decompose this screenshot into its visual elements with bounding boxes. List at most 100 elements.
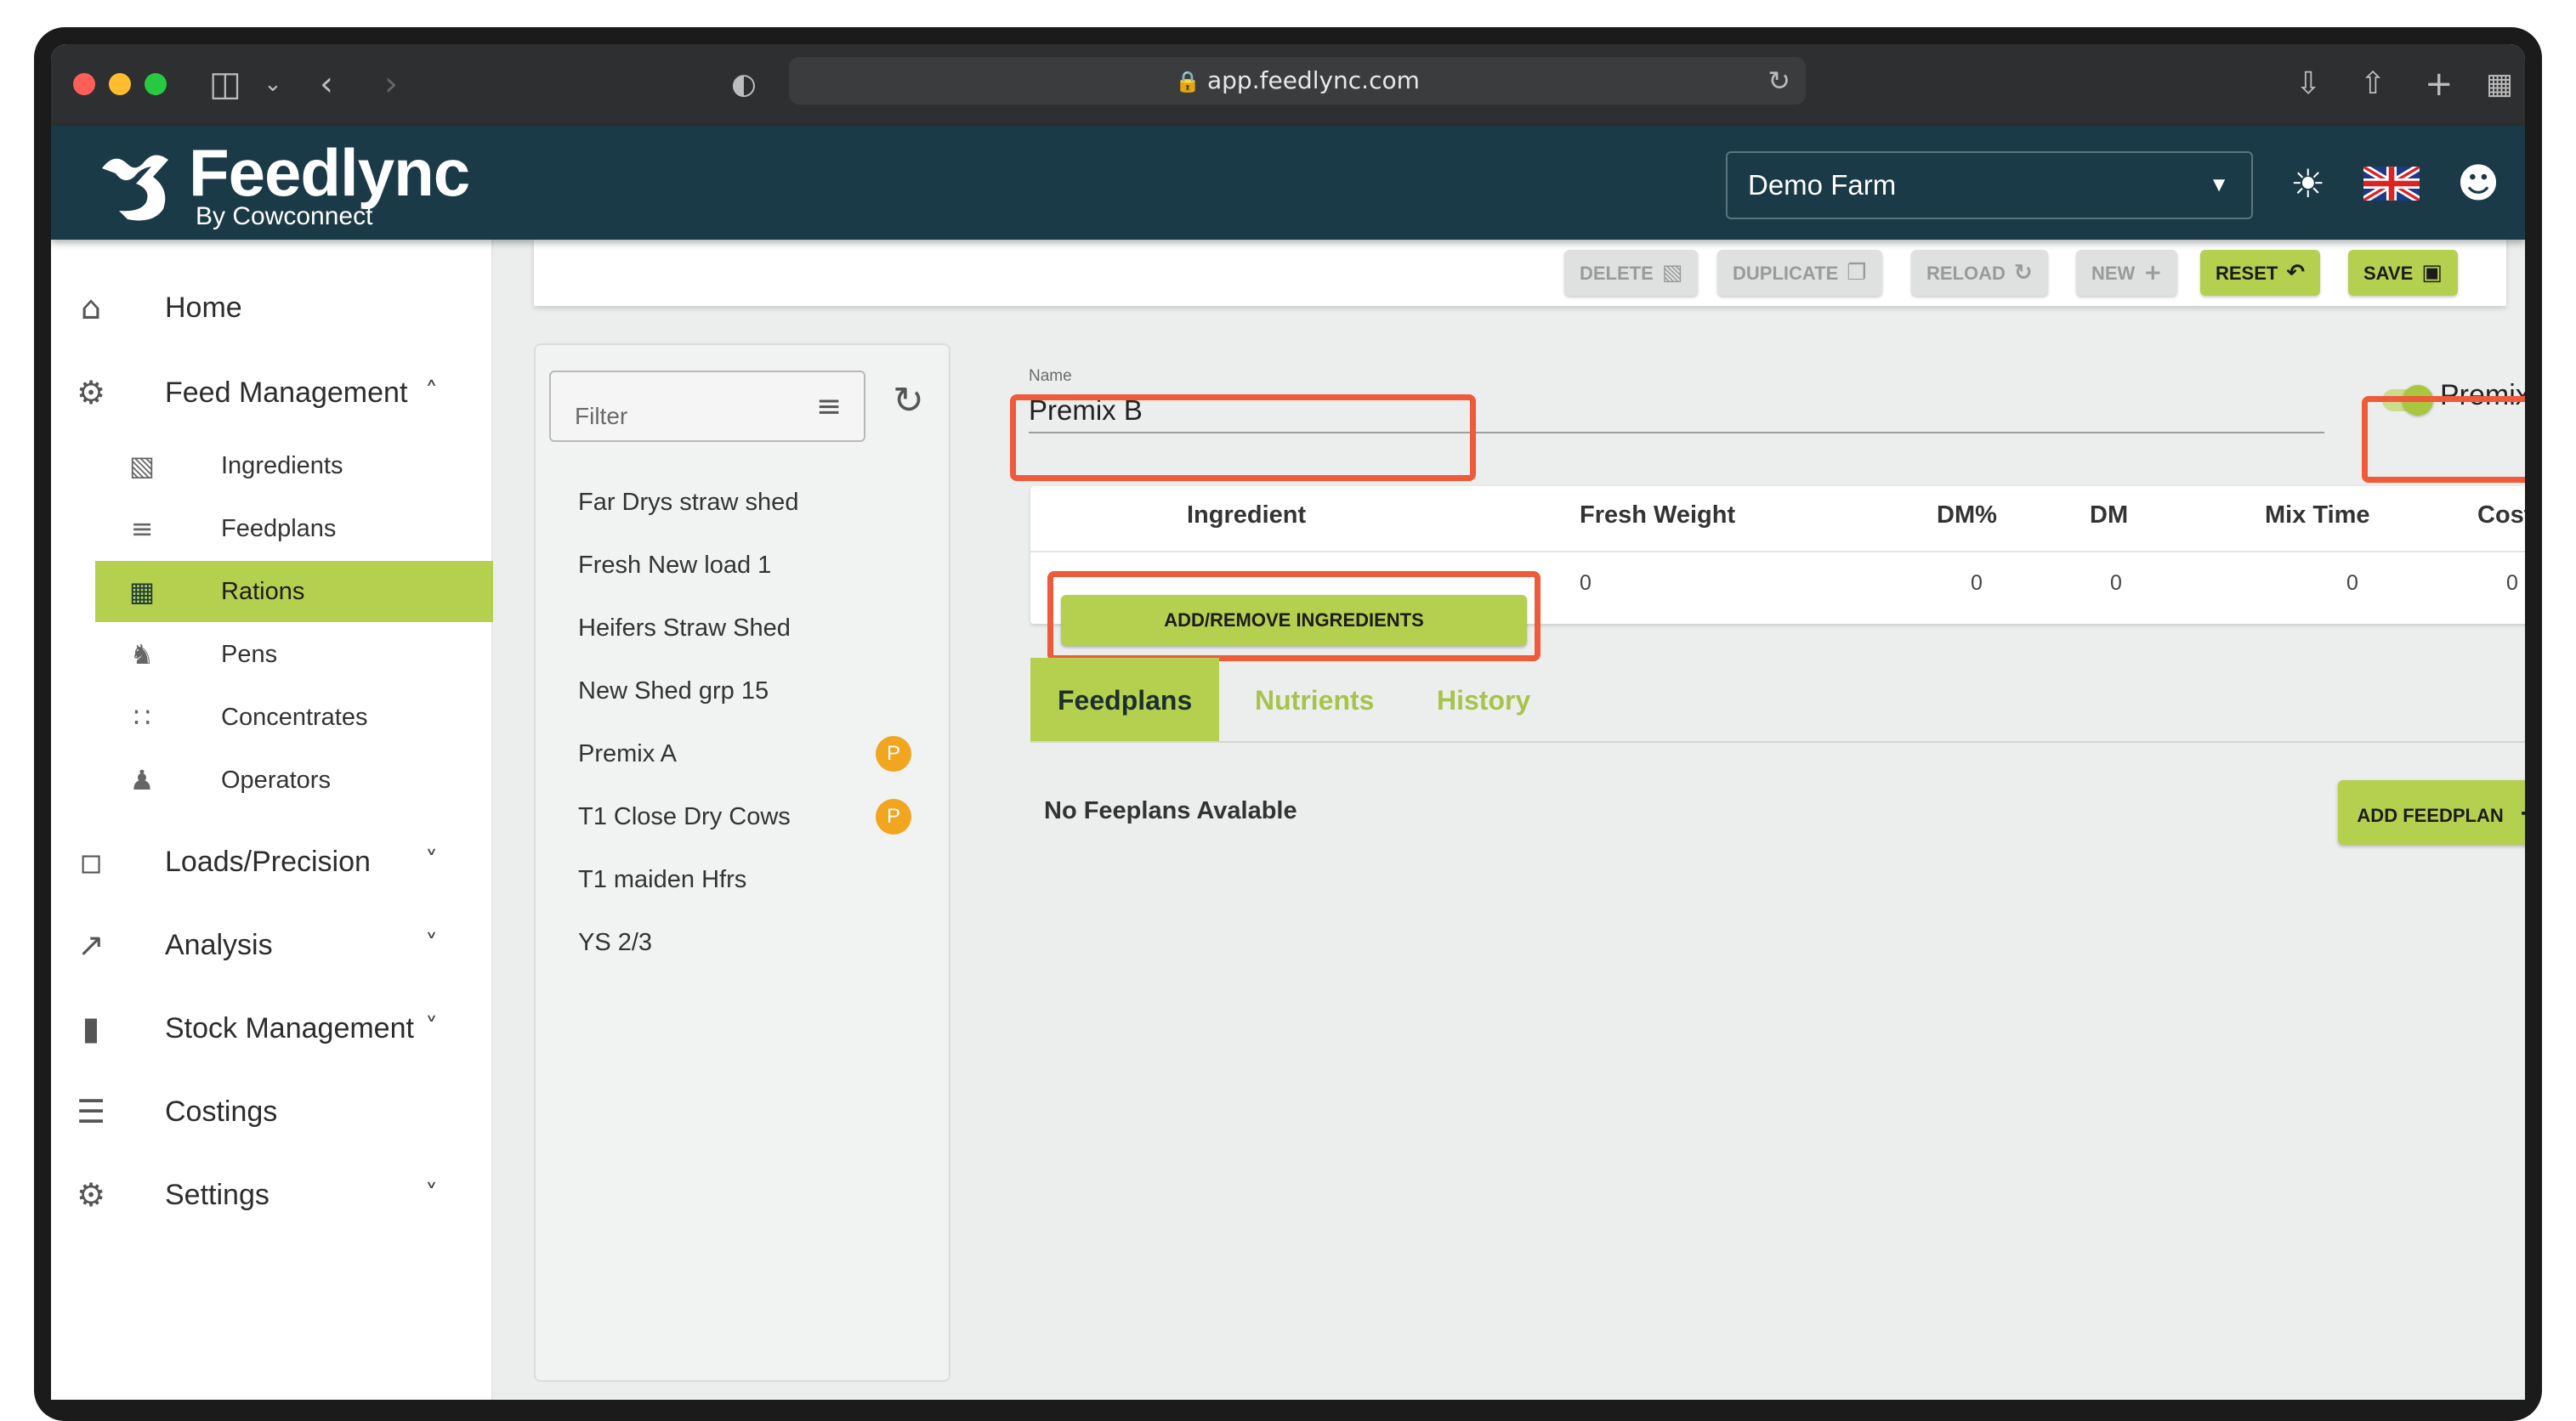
sidebar-item-label: Stock Management [165,1012,414,1045]
filter-icon[interactable]: ≡ [816,389,842,424]
delete-button[interactable]: DELETE ▧ [1564,250,1699,296]
chevron-down-icon: ˅ [425,1180,438,1209]
new-button-label: NEW [2091,263,2136,284]
reload-button[interactable]: RELOAD ↻ [1911,250,2048,296]
concentrate-icon: ∷ [133,701,151,733]
reload-button-label: RELOAD [1926,263,2006,284]
back-icon[interactable]: ‹ [320,63,333,105]
refresh-list-icon[interactable]: ↻ [893,379,924,422]
sidebar-item-label: Settings [165,1179,270,1211]
name-field-label: Name [1029,367,1072,385]
column-header-dm-percent: DM% [1937,501,1997,529]
list-item-label: Premix A [578,740,678,767]
account-icon[interactable]: ☻ [2457,160,2499,207]
farm-select[interactable]: Demo Farm ▼ [1726,151,2253,219]
zoom-window-button[interactable] [145,73,167,95]
download-icon[interactable]: ⇩ [2295,63,2321,105]
undo-icon: ↶ [2286,260,2306,286]
list-item-label: YS 2/3 [578,929,653,956]
list-item-label: Far Drys straw shed [578,489,799,516]
chevron-down-icon[interactable]: ⌄ [264,63,282,105]
copy-icon: ❐ [1847,260,1867,286]
page-reload-icon[interactable]: ↻ [1767,57,1790,105]
chevron-up-icon: ˄ [425,377,438,407]
ingredient-icon: ▧ [128,450,156,482]
uk-flag-graphic [2363,167,2420,201]
duplicate-button-label: DUPLICATE [1733,263,1839,284]
sidebar-item-concentrates[interactable]: ∷ Concentrates [95,687,493,748]
add-feedplan-button[interactable]: ADD FEEDPLAN + [2338,780,2525,845]
premix-badge: P [876,736,911,772]
wagon-icon: ◽ [79,843,103,880]
reload-icon: ↻ [2013,260,2033,286]
add-feedplan-label: ADD FEEDPLAN [2357,805,2504,826]
sidebar-item-loads-precision[interactable]: ◽ Loads/Precision ˅ [51,828,493,896]
sidebar-item-label: Rations [221,578,305,605]
app-header: Feedlync By Cowconnect Demo Farm ▼ ☀ ☻ [51,126,2525,240]
sidebar-toggle-icon[interactable]: ◫ [209,63,241,105]
sidebar-item-pens[interactable]: ♞ Pens [95,624,493,685]
name-highlight-box [1010,394,1476,481]
lock-icon: 🔒 [1175,70,1200,93]
forward-icon[interactable]: › [384,63,398,105]
close-window-button[interactable] [73,73,95,95]
shield-icon[interactable]: ◐ [731,63,757,105]
uk-flag-icon[interactable] [2363,167,2420,201]
plus-icon: + [2143,260,2163,286]
sidebar-item-label: Feedplans [221,515,337,542]
main-content: DELETE ▧ DUPLICATE ❐ RELOAD ↻ NEW + RESET ↶ S… [493,240,2525,1400]
sidebar-item-home[interactable]: ⌂ Home [51,274,493,342]
tab-feedplans[interactable]: Feedplans [1030,658,1220,743]
sidebar-item-stock-management[interactable]: ▮ Stock Management ˅ [51,994,493,1062]
list-item[interactable]: Premix A [578,733,677,775]
sidebar-item-analysis[interactable]: ↗ Analysis ˅ [51,911,493,979]
sidebar-item-ingredients[interactable]: ▧ Ingredients [95,435,493,496]
sidebar-item-costings[interactable]: ☰ Costings [51,1078,493,1146]
list-item[interactable]: T1 Close Dry Cows [578,795,791,838]
filter-input[interactable]: Filter ≡ [549,371,865,442]
column-header-ingredient: Ingredient [1187,501,1307,529]
list-item[interactable]: Fresh New load 1 [578,544,771,586]
brand-name: Feedlync [189,135,470,210]
sidebar-item-settings[interactable]: ⚙ Settings ˅ [51,1161,493,1229]
sidebar-item-label: Analysis [165,929,273,961]
cell-cost: 0 [2506,571,2518,595]
sidebar-item-feedplans[interactable]: ≡ Feedplans [95,498,493,559]
new-tab-icon[interactable]: + [2425,63,2454,105]
farm-select-value: Demo Farm [1748,169,1897,201]
column-header-fresh-weight: Fresh Weight [1580,501,1736,529]
chevron-down-icon: ˅ [425,930,438,960]
list-item-label: Heifers Straw Shed [578,614,791,642]
list-item[interactable]: New Shed grp 15 [578,670,769,712]
feedplan-icon: ≡ [130,512,154,545]
list-item[interactable]: YS 2/3 [578,921,652,964]
table-divider [1030,551,2525,552]
cell-dm-percent: 0 [1971,571,1983,595]
home-icon: ⌂ [80,289,102,326]
address-bar[interactable]: 🔒 app.feedlync.com ↻ [789,57,1806,105]
brightness-icon[interactable]: ☀ [2290,160,2325,207]
list-item[interactable]: Heifers Straw Shed [578,607,791,649]
list-item-label: Fresh New load 1 [578,552,772,579]
save-button[interactable]: SAVE ▣ [2348,250,2458,296]
floppy-disk-icon: ▣ [2421,260,2443,286]
reset-button[interactable]: RESET ↶ [2200,250,2321,296]
sidebar-item-rations[interactable]: ▦ Rations [95,561,493,622]
minimize-window-button[interactable] [109,73,131,95]
cell-dm: 0 [2110,571,2122,595]
column-header-mix-time: Mix Time [2265,501,2370,529]
tab-history[interactable]: History [1410,658,1558,743]
list-item[interactable]: Far Drys straw shed [578,481,798,524]
share-icon[interactable]: ⇧ [2360,63,2386,105]
list-item-label: New Shed grp 15 [578,677,769,705]
tab-overview-icon[interactable]: ▦ [2486,63,2513,105]
list-item[interactable]: T1 maiden Hfrs [578,858,746,901]
cell-mix-time: 0 [2346,571,2358,595]
ration-icon: ▦ [128,575,156,608]
sidebar-item-feed-management[interactable]: ⚙ Feed Management ˄ [51,359,493,427]
tab-nutrients[interactable]: Nutrients [1228,658,1401,743]
duplicate-button[interactable]: DUPLICATE ❐ [1717,250,1882,296]
sidebar-item-operators[interactable]: ♟ Operators [95,750,493,811]
premix-highlight-box [2362,396,2525,483]
new-button[interactable]: NEW + [2076,250,2178,296]
